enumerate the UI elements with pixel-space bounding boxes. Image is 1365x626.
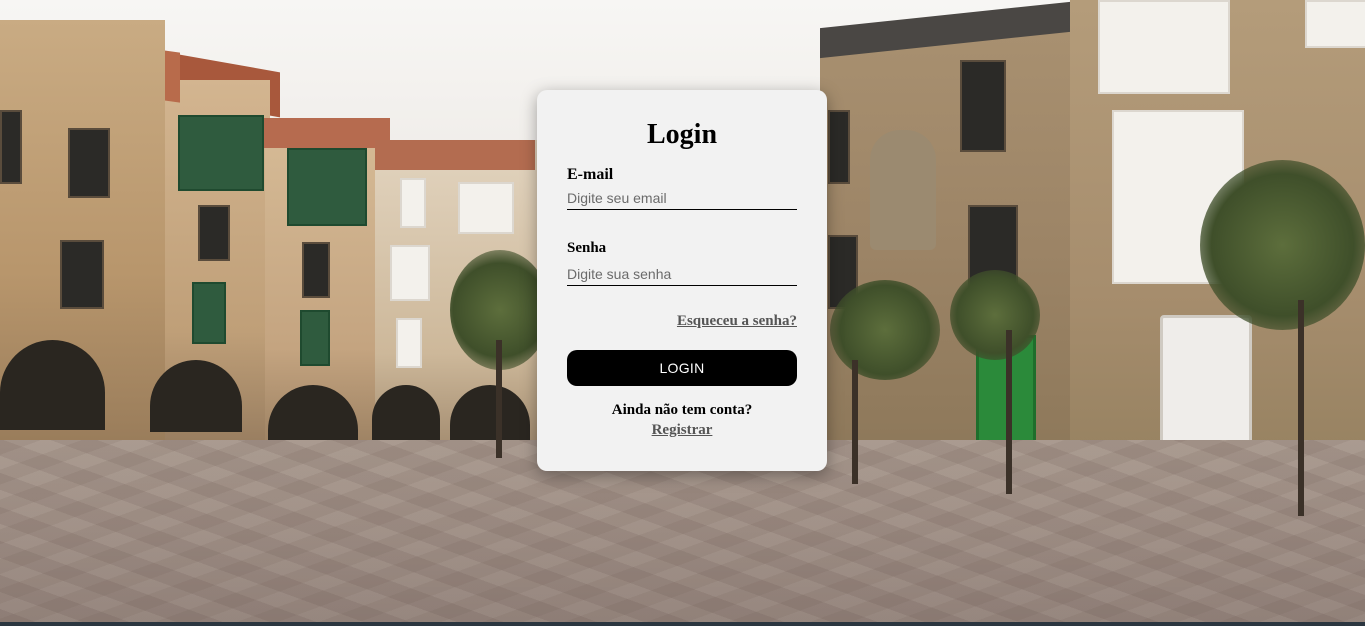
- tree: [830, 280, 940, 380]
- window: [302, 242, 330, 298]
- login-title: Login: [646, 119, 718, 150]
- tree: [1200, 160, 1365, 330]
- window: [0, 110, 22, 184]
- stone-crest: [870, 130, 936, 250]
- no-account-text: Ainda não tem conta?: [611, 402, 753, 418]
- email-label: E-mail: [567, 166, 614, 183]
- window: [458, 182, 514, 234]
- roof: [260, 118, 390, 148]
- window: [287, 148, 367, 226]
- window: [390, 245, 430, 301]
- window: [396, 318, 422, 368]
- window: [1098, 0, 1230, 94]
- tree: [950, 270, 1040, 360]
- password-input[interactable]: [567, 263, 797, 286]
- window: [1305, 0, 1365, 48]
- window: [178, 115, 264, 191]
- window: [192, 282, 226, 344]
- window: [960, 60, 1006, 152]
- tree-trunk: [496, 340, 502, 458]
- window: [828, 110, 850, 184]
- forgot-password-link[interactable]: Esqueceu a senha?: [677, 313, 797, 330]
- login-button[interactable]: LOGIN: [567, 350, 797, 386]
- bottom-edge: [0, 622, 1365, 626]
- window: [68, 128, 110, 198]
- tree-trunk: [1298, 300, 1304, 516]
- building: [820, 30, 1090, 470]
- tree-trunk: [1006, 330, 1012, 494]
- window: [60, 240, 104, 309]
- tree-trunk: [852, 360, 858, 484]
- email-input[interactable]: [567, 187, 797, 210]
- login-card: Login E-mail Senha Esqueceu a senha? LOG…: [537, 90, 827, 471]
- register-link[interactable]: Registrar: [537, 422, 827, 439]
- password-label: Senha: [567, 240, 607, 256]
- window: [300, 310, 330, 366]
- roof: [375, 140, 535, 170]
- window: [198, 205, 230, 261]
- window: [400, 178, 426, 228]
